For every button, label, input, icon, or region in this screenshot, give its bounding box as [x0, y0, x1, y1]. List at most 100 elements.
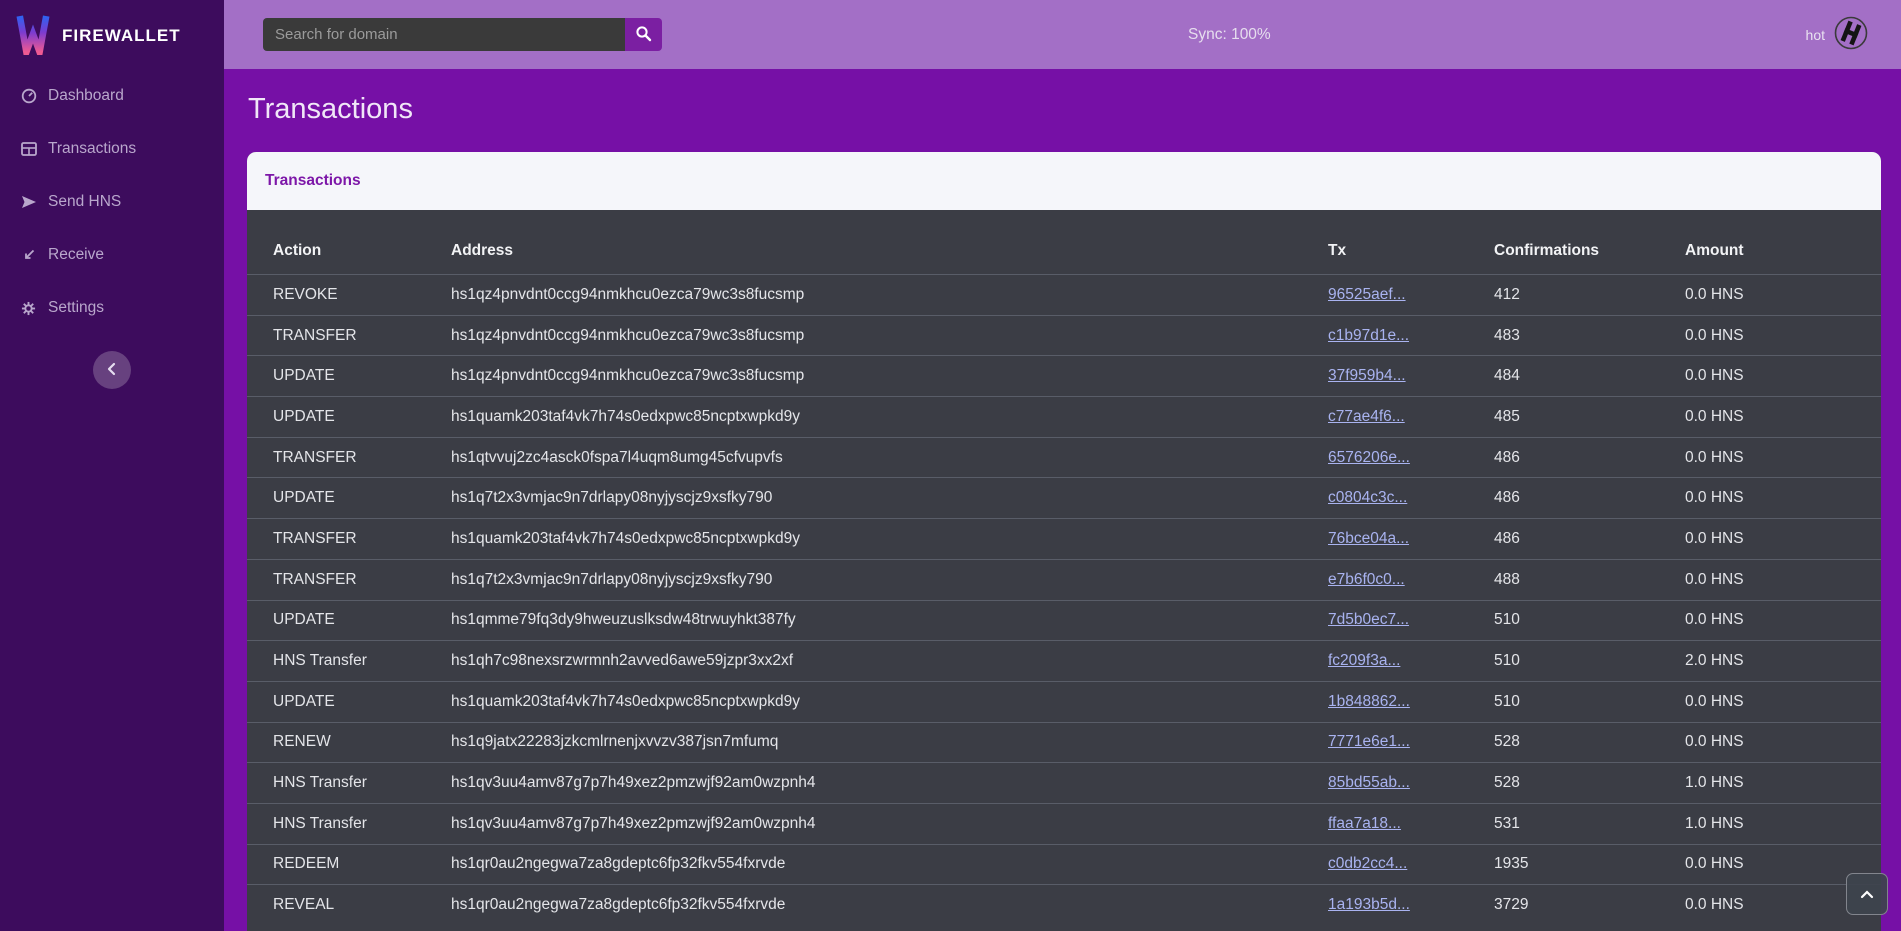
amount-cell: 0.0 HNS: [1685, 449, 1881, 467]
tx-cell: c1b97d1e...: [1328, 327, 1494, 345]
sidebar-item-transactions[interactable]: Transactions: [0, 137, 224, 161]
topbar: Sync: 100% hot: [224, 0, 1901, 69]
search-button[interactable]: [625, 18, 662, 51]
confirmations-cell: 486: [1494, 489, 1685, 507]
tx-link[interactable]: c0db2cc4...: [1328, 855, 1407, 872]
action-cell: REVOKE: [273, 286, 451, 304]
tx-link[interactable]: 85bd55ab...: [1328, 774, 1410, 791]
table-row: HNS Transfer hs1qh7c98nexsrzwrmnh2avved6…: [247, 640, 1881, 681]
column-header-tx: Tx: [1328, 242, 1494, 260]
table-row: REVEAL hs1qr0au2ngegwa7za8gdeptc6fp32fkv…: [247, 884, 1881, 925]
search-input[interactable]: [263, 18, 625, 51]
tx-link[interactable]: c77ae4f6...: [1328, 408, 1405, 425]
table-row: UPDATE hs1quamk203taf4vk7h74s0edxpwc85nc…: [247, 681, 1881, 722]
tx-link[interactable]: 7771e6e1...: [1328, 733, 1410, 750]
amount-cell: 0.0 HNS: [1685, 530, 1881, 548]
address-cell: hs1qr0au2ngegwa7za8gdeptc6fp32fkv554fxrv…: [451, 855, 1328, 873]
action-cell: TRANSFER: [273, 449, 451, 467]
action-cell: RENEW: [273, 733, 451, 751]
tx-link[interactable]: fc209f3a...: [1328, 652, 1400, 669]
column-header-action: Action: [273, 242, 451, 260]
transactions-table-body: REVOKE hs1qz4pnvdnt0ccg94nmkhcu0ezca79wc…: [247, 274, 1881, 931]
main-content: Transactions Transactions Action Address…: [224, 69, 1901, 931]
address-cell: hs1qv3uu4amv87g7p7h49xez2pmzwjf92am0wzpn…: [451, 815, 1328, 833]
tx-link[interactable]: 6576206e...: [1328, 449, 1410, 466]
sidebar-item-label: Send HNS: [48, 193, 121, 211]
table-row: UPDATE hs1qmme79fq3dy9hweuzuslksdw48trwu…: [247, 600, 1881, 641]
handshake-icon: [1834, 16, 1868, 53]
confirmations-cell: 531: [1494, 815, 1685, 833]
tx-cell: 76bce04a...: [1328, 530, 1494, 548]
tx-link[interactable]: c1b97d1e...: [1328, 327, 1409, 344]
sidebar-collapse-button[interactable]: [93, 351, 131, 389]
tx-cell: 6576206e...: [1328, 449, 1494, 467]
amount-cell: 0.0 HNS: [1685, 327, 1881, 345]
confirmations-cell: 488: [1494, 571, 1685, 589]
amount-cell: 0.0 HNS: [1685, 733, 1881, 751]
confirmations-cell: 486: [1494, 449, 1685, 467]
tx-cell: ffaa7a18...: [1328, 815, 1494, 833]
handshake-logo-button[interactable]: [1834, 16, 1868, 53]
action-cell: HNS Transfer: [273, 652, 451, 670]
table-row: HNS Transfer hs1qv3uu4amv87g7p7h49xez2pm…: [247, 803, 1881, 844]
confirmations-cell: 528: [1494, 733, 1685, 751]
table-row: HNS Transfer hs1qv3uu4amv87g7p7h49xez2pm…: [247, 762, 1881, 803]
tx-cell: 7d5b0ec7...: [1328, 611, 1494, 629]
address-cell: hs1q7t2x3vmjac9n7drlapy08nyjyscjz9xsfky7…: [451, 489, 1328, 507]
action-cell: UPDATE: [273, 693, 451, 711]
amount-cell: 2.0 HNS: [1685, 652, 1881, 670]
amount-cell: 0.0 HNS: [1685, 408, 1881, 426]
firewallet-logo-icon: [16, 13, 50, 60]
amount-cell: 0.0 HNS: [1685, 855, 1881, 873]
action-cell: TRANSFER: [273, 571, 451, 589]
tx-link[interactable]: 96525aef...: [1328, 286, 1406, 303]
table-row: TRANSFER hs1qtvvuj2zc4asck0fspa7l4uqm8um…: [247, 437, 1881, 478]
brand: FIREWALLET: [0, 0, 224, 62]
tx-link[interactable]: c0804c3c...: [1328, 489, 1407, 506]
tx-link[interactable]: 76bce04a...: [1328, 530, 1409, 547]
amount-cell: 1.0 HNS: [1685, 774, 1881, 792]
confirmations-cell: 510: [1494, 652, 1685, 670]
sidebar-item-dashboard[interactable]: Dashboard: [0, 84, 224, 108]
tx-link[interactable]: 37f959b4...: [1328, 367, 1406, 384]
table-row: UPDATE hs1q7t2x3vmjac9n7drlapy08nyjyscjz…: [247, 477, 1881, 518]
sidebar-item-settings[interactable]: Settings: [0, 296, 224, 320]
confirmations-cell: 412: [1494, 286, 1685, 304]
confirmations-cell: 485: [1494, 408, 1685, 426]
wallet-name-label: hot: [1806, 27, 1825, 43]
table-row: RENEW hs1q9jatx22283jzkcmlrnenjxvvzv387j…: [247, 722, 1881, 763]
tx-link[interactable]: 1a193b5d...: [1328, 896, 1410, 913]
tx-cell: c0804c3c...: [1328, 489, 1494, 507]
tx-link[interactable]: 7d5b0ec7...: [1328, 611, 1409, 628]
sidebar: FIREWALLET Dashboard Transactions: [0, 0, 224, 931]
amount-cell: 0.0 HNS: [1685, 693, 1881, 711]
amount-cell: 0.0 HNS: [1685, 489, 1881, 507]
tx-link[interactable]: 1b848862...: [1328, 693, 1410, 710]
tx-cell: c77ae4f6...: [1328, 408, 1494, 426]
confirmations-cell: 483: [1494, 327, 1685, 345]
address-cell: hs1quamk203taf4vk7h74s0edxpwc85ncptxwpkd…: [451, 693, 1328, 711]
card-title: Transactions: [265, 172, 361, 190]
tx-link[interactable]: e7b6f0c0...: [1328, 571, 1405, 588]
sidebar-item-send-hns[interactable]: Send HNS: [0, 190, 224, 214]
table-row: UPDATE hs1qz4pnvdnt0ccg94nmkhcu0ezca79wc…: [247, 355, 1881, 396]
magnifier-icon: [635, 25, 652, 45]
address-cell: hs1qmme79fq3dy9hweuzuslksdw48trwuyhkt387…: [451, 611, 1328, 629]
tx-cell: 1a193b5d...: [1328, 896, 1494, 914]
address-cell: hs1qh7c98nexsrzwrmnh2avved6awe59jzpr3xx2…: [451, 652, 1328, 670]
tx-cell: e7b6f0c0...: [1328, 571, 1494, 589]
sidebar-item-receive[interactable]: Receive: [0, 243, 224, 267]
tx-cell: 96525aef...: [1328, 286, 1494, 304]
scroll-to-top-button[interactable]: [1846, 873, 1888, 915]
action-cell: TRANSFER: [273, 327, 451, 345]
action-cell: UPDATE: [273, 611, 451, 629]
tx-link[interactable]: ffaa7a18...: [1328, 815, 1401, 832]
address-cell: hs1quamk203taf4vk7h74s0edxpwc85ncptxwpkd…: [451, 408, 1328, 426]
receive-arrow-icon: [20, 248, 37, 262]
confirmations-cell: 510: [1494, 611, 1685, 629]
sidebar-item-label: Settings: [48, 299, 104, 317]
send-icon: [20, 195, 37, 209]
tx-cell: 37f959b4...: [1328, 367, 1494, 385]
domain-searchbar: [263, 18, 662, 51]
table-row: REVOKE hs1qz4pnvdnt0ccg94nmkhcu0ezca79wc…: [247, 274, 1881, 315]
